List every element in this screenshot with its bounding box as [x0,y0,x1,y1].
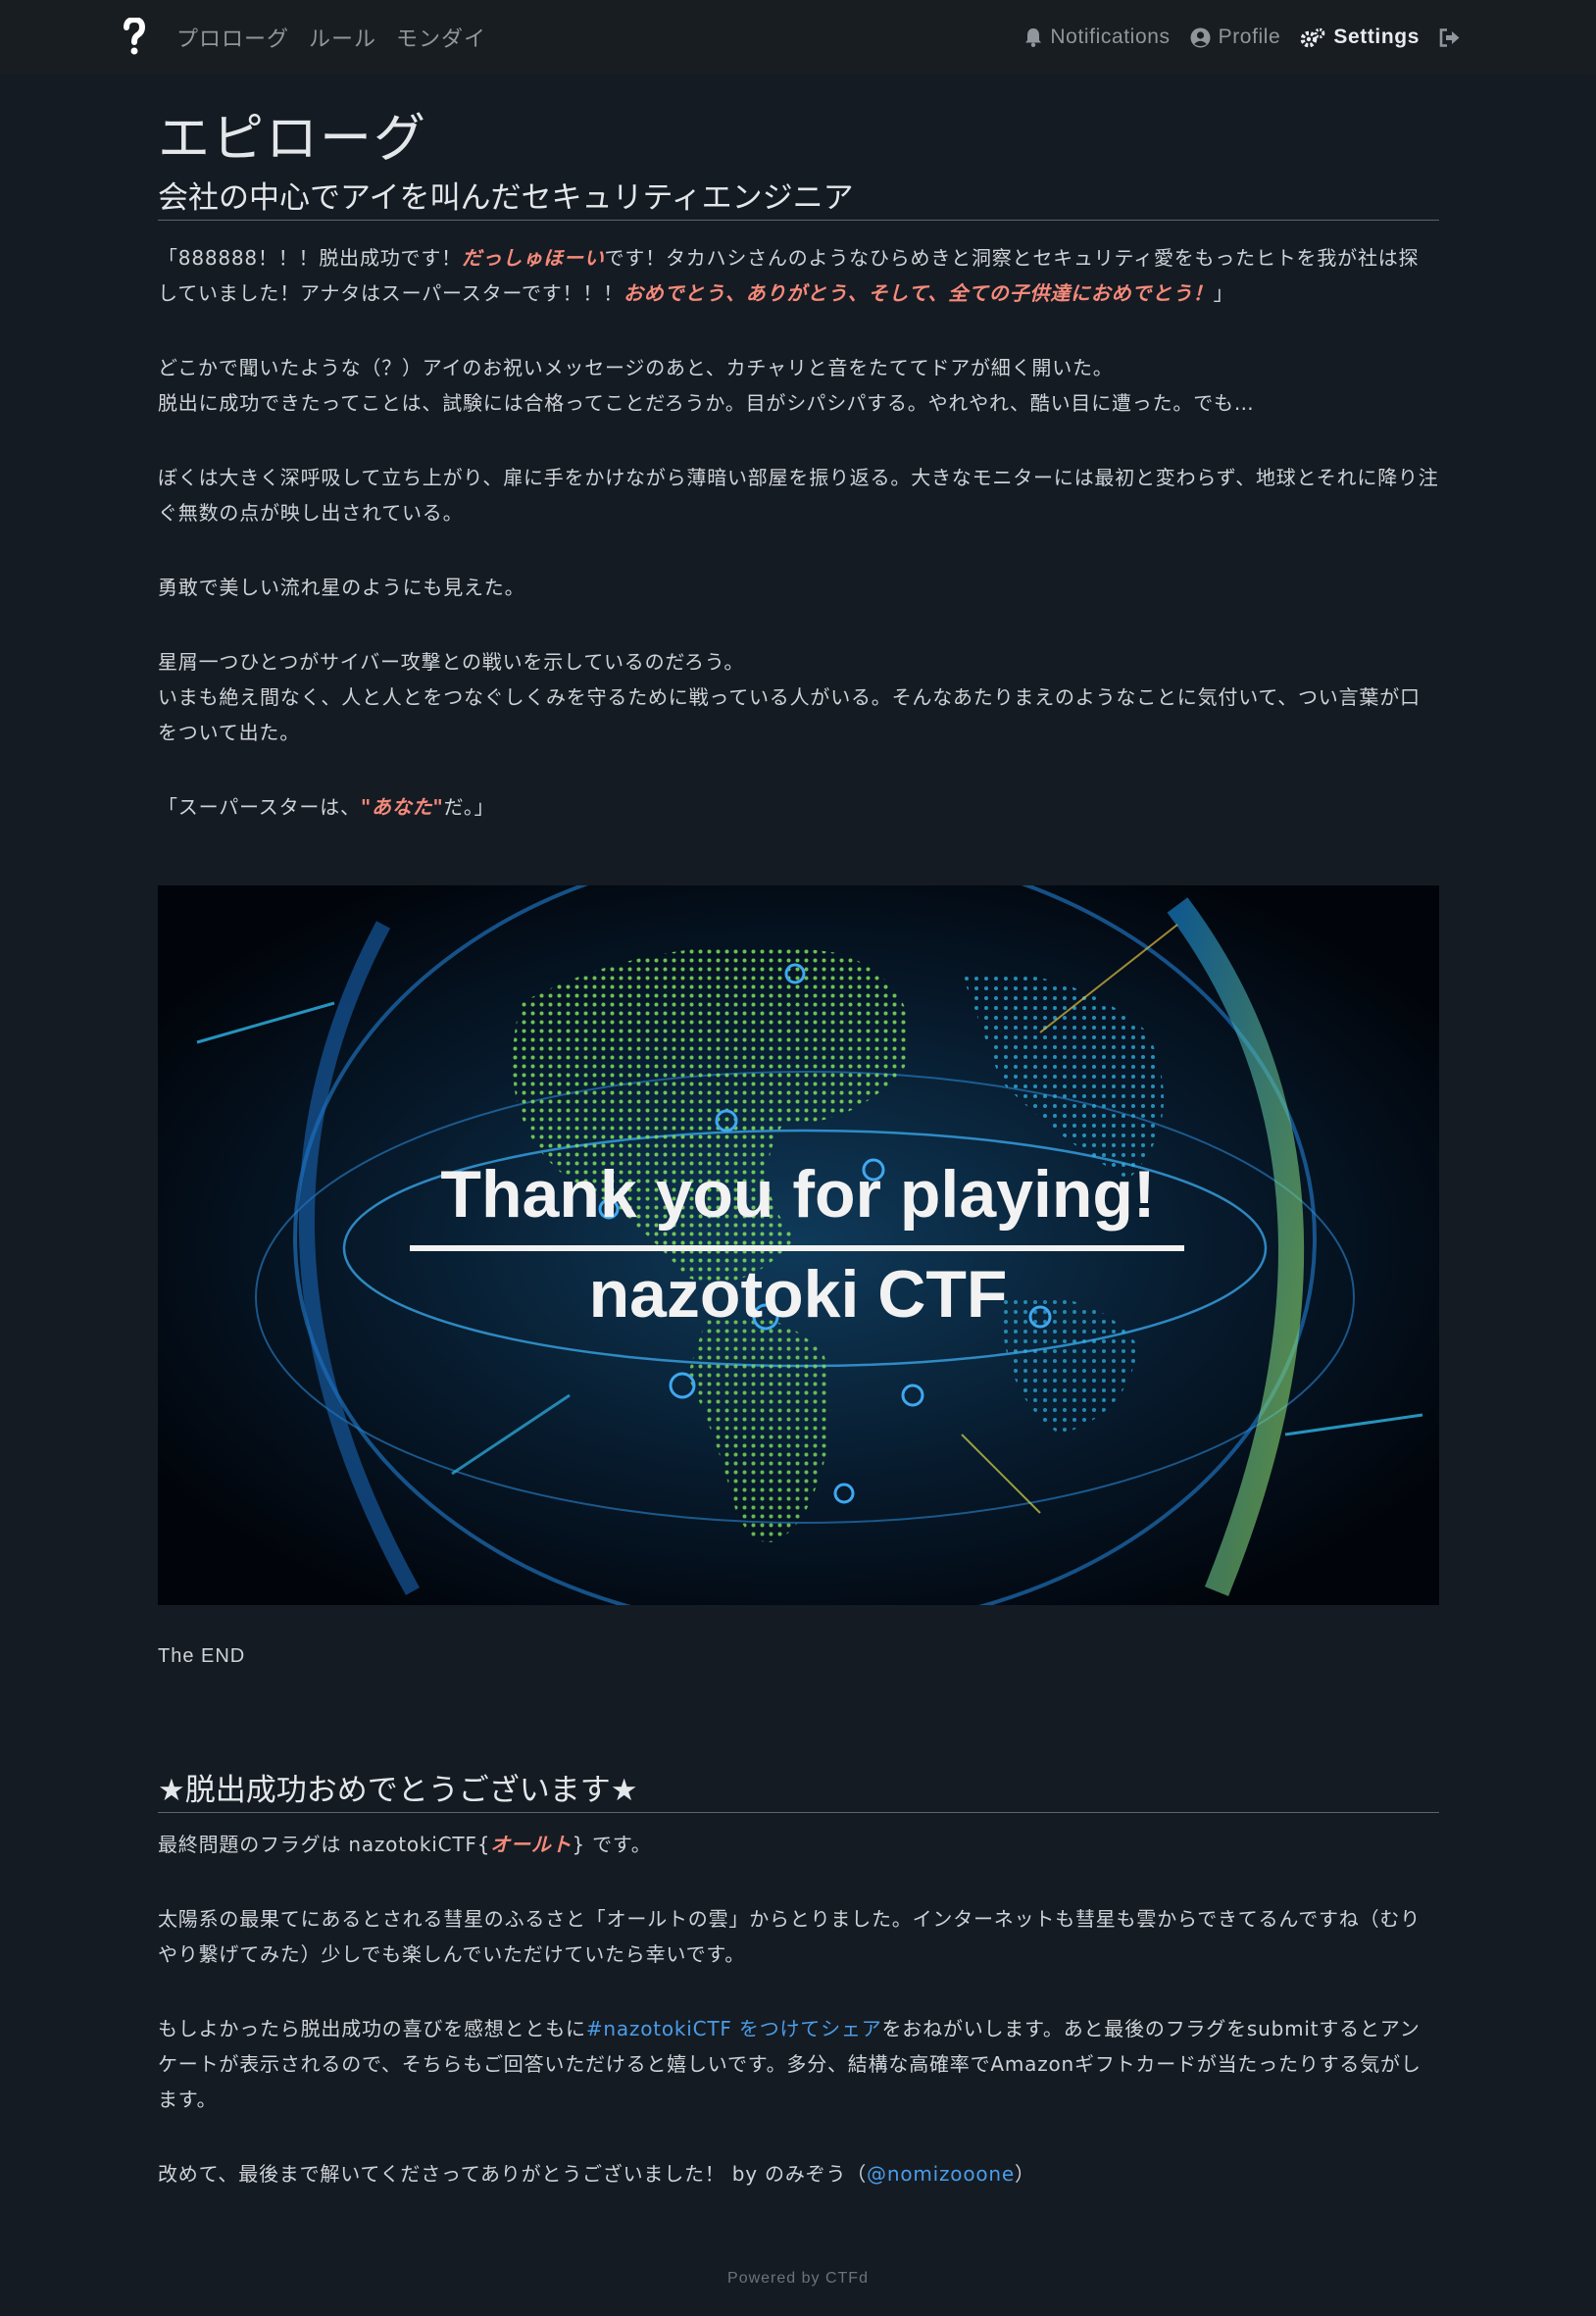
story-paragraph-5: 星屑一つひとつがサイバー攻撃との戦いを示しているのだろう。 いまも絶え間なく、人と… [158,650,1421,744]
footer-powered-by[interactable]: Powered by CTFd [0,2270,1596,2288]
page-title: エピローグ [158,109,427,169]
flag-paragraph: 最終問題のフラグは nazotokiCTF{オールト} です。 [158,1833,652,1856]
nav-settings-label: Settings [1333,25,1420,48]
flag-highlight: オールト [490,1833,573,1856]
highlight-text: だっしゅほーい [461,246,605,270]
image-title-line: Thank you for playing! [440,1157,1155,1232]
nav-profile[interactable]: Profile [1190,25,1281,49]
logout-icon [1439,27,1460,47]
share-hashtag-link[interactable]: #nazotokiCTF をつけてシェア [586,2017,882,2040]
section-title-congrats: ★脱出成功おめでとうございます★ [158,1768,1439,1813]
nav-profile-label: Profile [1218,25,1281,48]
bell-icon [1025,28,1042,47]
nav-item-rules[interactable]: ルール [309,22,376,53]
nav-logout[interactable] [1439,27,1469,47]
nav-notifications-label: Notifications [1050,25,1171,48]
nav-right-menu: Notifications Profile Settings [1005,0,1469,75]
story-paragraph-1: 「888888！！！脱出成功です！だっしゅほーいです！タカハシさんのようなひらめ… [158,246,1420,305]
nav-left-menu: プロローグ ルール モンダイ [176,0,506,75]
story-paragraph-2: どこかで聞いたような（？）アイのお祝いメッセージのあと、カチャリと音をたててドア… [158,356,1255,415]
gears-icon [1301,27,1325,47]
thanks-paragraph: 改めて、最後まで解いてくださってありがとうございました！ by のみぞう（@no… [158,2162,1035,2186]
nav-item-prologue[interactable]: プロローグ [176,22,289,53]
image-subtitle-line: nazotoki CTF [589,1257,1008,1332]
nav-item-problems[interactable]: モンダイ [396,22,486,53]
highlight-text: "あなた" [360,795,444,819]
author-twitter-link[interactable]: @nomizooone [867,2162,1015,2186]
congrats-section: ★脱出成功おめでとうございます★ 最終問題のフラグは nazotokiCTF{オ… [158,1768,1439,2191]
nav-notifications[interactable]: Notifications [1024,25,1170,49]
share-paragraph: もしよかったら脱出成功の喜びを感想とともに#nazotokiCTF をつけてシェ… [158,2017,1421,2111]
the-end-text: The END [158,1645,246,1667]
section-title-story: 会社の中心でアイを叫んだセキュリティエンジニア [158,176,1439,221]
highlight-text: おめでとう、ありがとう、そして、全ての子供達におめでとう！ [623,281,1214,305]
story-paragraph-6: 「スーパースターは、"あなた"だ。」 [158,795,495,819]
navbar: プロローグ ルール モンダイ Notifications Profile Set… [0,0,1596,76]
main-content: エピローグ 会社の中心でアイを叫んだセキュリティエンジニア 「888888！！！… [158,93,1439,825]
oort-paragraph: 太陽系の最果てにあるとされる彗星のふるさと「オールトの雲」からとりました。インタ… [158,1907,1421,1966]
user-circle-icon [1190,27,1211,47]
thank-you-image: Thank you for playing! nazotoki CTF [158,885,1439,1605]
ctf-logo-icon[interactable] [122,16,147,57]
nav-settings[interactable]: Settings [1300,25,1420,49]
story-paragraph-4: 勇敢で美しい流れ星のようにも見えた。 [158,576,525,599]
story-paragraph-3: ぼくは大きく深呼吸して立ち上がり、扉に手をかけながら薄暗い部屋を振り返る。大きな… [158,466,1439,525]
